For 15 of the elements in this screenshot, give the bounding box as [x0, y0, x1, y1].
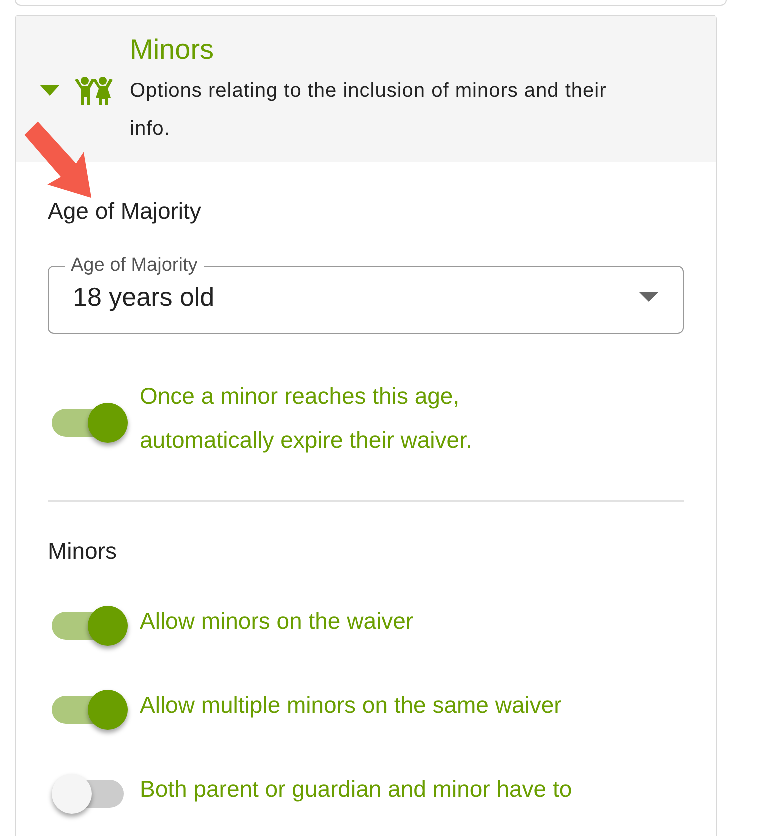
section-title: Minors: [130, 34, 216, 66]
caret-icon[interactable]: [40, 85, 60, 97]
section-header[interactable]: Minors Options relating to the inclusion of minors and their info.: [16, 16, 716, 162]
toggle-label: Once a minor reaches this age, automatically expire their waiver.: [140, 382, 474, 455]
field-value: 18 years old: [73, 282, 216, 312]
section-description: Options relating to the inclusion of minors and their info.: [130, 79, 608, 142]
field-label: Age of Majority: [70, 255, 199, 277]
group-heading: Age of Majority: [48, 198, 202, 225]
toggle-label: Allow minors on the waiver: [140, 607, 414, 636]
group-heading: Minors: [48, 538, 118, 565]
toggle-label: Both parent or guardian and minor have to: [140, 775, 572, 804]
dropdown-icon: [639, 292, 659, 302]
toggle-label: Allow multiple minors on the same waiver: [140, 691, 562, 720]
select-field[interactable]: Age of Majority 18 years old: [48, 255, 684, 334]
children-icon: [74, 76, 114, 106]
